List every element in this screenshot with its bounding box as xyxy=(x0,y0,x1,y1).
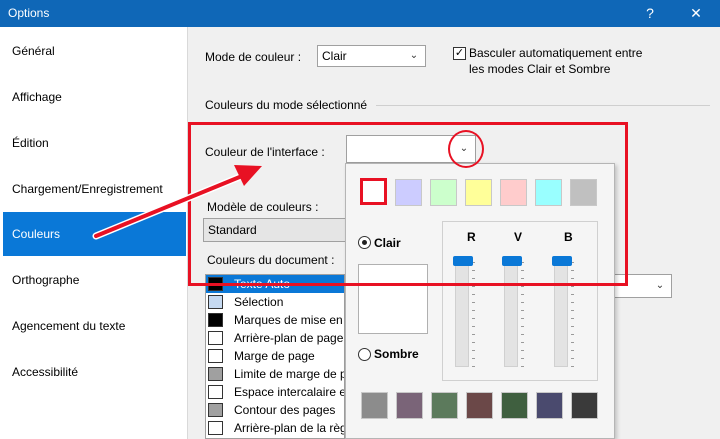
color-mode-value: Clair xyxy=(322,49,347,63)
sidebar-item-display[interactable]: Affichage xyxy=(3,75,186,119)
dark-radio[interactable] xyxy=(358,348,371,361)
color-swatch xyxy=(208,403,223,417)
swatch-brown[interactable] xyxy=(466,392,493,419)
help-button[interactable]: ? xyxy=(630,0,670,27)
list-item[interactable]: Sélection xyxy=(206,293,344,311)
swatch-sage[interactable] xyxy=(431,392,458,419)
swatch-gray-dark[interactable] xyxy=(361,392,388,419)
list-item[interactable]: Marge de page xyxy=(206,347,344,365)
list-item-label: Marge de page xyxy=(234,349,315,363)
sidebar-item-spelling[interactable]: Orthographe xyxy=(3,258,186,302)
title-bar: Options ? ✕ xyxy=(0,0,720,27)
color-mode-select[interactable]: Clair ⌄ xyxy=(317,45,426,67)
list-item[interactable]: Contour des pages xyxy=(206,401,344,419)
list-item[interactable]: Marques de mise en f xyxy=(206,311,345,329)
color-swatch xyxy=(208,385,223,399)
sidebar-item-editing[interactable]: Édition xyxy=(3,121,186,165)
heading-divider xyxy=(376,105,710,106)
auto-switch-label-line2: les modes Clair et Sombre xyxy=(469,62,611,76)
swatch-indigo[interactable] xyxy=(536,392,563,419)
list-item-label: Espace intercalaire en xyxy=(234,385,345,399)
sidebar-item-colors[interactable]: Couleurs xyxy=(3,212,186,256)
list-item[interactable]: Arrière-plan de page xyxy=(206,329,344,347)
window-title: Options xyxy=(8,6,50,20)
color-swatch xyxy=(208,349,223,363)
list-item-label: Contour des pages xyxy=(234,403,336,417)
color-mode-label: Mode de couleur : xyxy=(205,50,302,64)
color-swatch xyxy=(208,421,223,435)
list-item-label: Limite de marge de p xyxy=(234,367,345,381)
highlight-circle xyxy=(448,130,484,168)
chevron-down-icon: ⌄ xyxy=(409,50,419,61)
sidebar-item-load-save[interactable]: Chargement/Enregistrement xyxy=(3,167,186,211)
swatch-charcoal[interactable] xyxy=(571,392,598,419)
dark-label: Sombre xyxy=(374,347,419,361)
color-swatch xyxy=(208,367,223,381)
list-item[interactable]: Arrière-plan de la règ xyxy=(206,419,345,437)
list-item[interactable]: Espace intercalaire en xyxy=(206,383,345,401)
color-swatch xyxy=(208,331,223,345)
sidebar-item-text-layout[interactable]: Agencement du texte xyxy=(3,304,186,348)
auto-switch-checkbox[interactable]: ✓ xyxy=(453,47,466,60)
highlight-box xyxy=(188,122,628,286)
sidebar-item-general[interactable]: Général xyxy=(3,29,186,73)
chevron-down-icon: ⌄ xyxy=(655,280,665,291)
color-swatch xyxy=(208,295,223,309)
list-item-label: Marques de mise en f xyxy=(234,313,345,327)
color-swatch xyxy=(208,313,223,327)
list-item-label: Arrière-plan de la règ xyxy=(234,421,345,435)
auto-switch-label-line1: Basculer automatiquement entre xyxy=(469,46,643,60)
list-item-label: Sélection xyxy=(234,295,284,309)
document-colors-list[interactable]: Texte Auto Sélection Marques de mise en … xyxy=(205,274,345,439)
sidebar-item-accessibility[interactable]: Accessibilité xyxy=(3,350,186,394)
list-item-label: Arrière-plan de page xyxy=(234,331,344,345)
list-item[interactable]: Limite de marge de p xyxy=(206,365,345,383)
selected-mode-colors-heading: Couleurs du mode sélectionné xyxy=(205,98,368,112)
close-button[interactable]: ✕ xyxy=(676,0,716,27)
sidebar: Général Affichage Édition Chargement/Enr… xyxy=(0,27,187,439)
swatch-mauve[interactable] xyxy=(396,392,423,419)
swatch-forest[interactable] xyxy=(501,392,528,419)
